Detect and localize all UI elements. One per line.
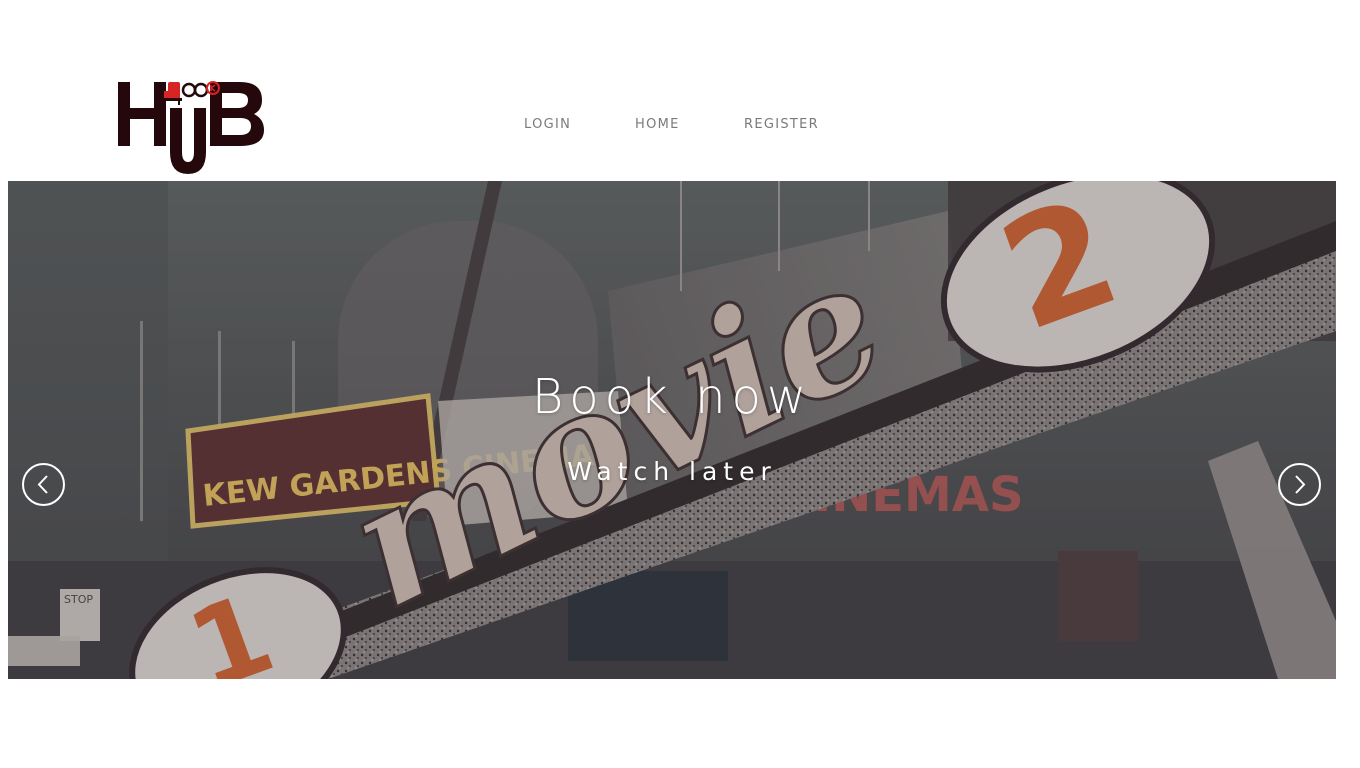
- chevron-right-icon: [1295, 475, 1306, 494]
- carousel-next-button[interactable]: [1278, 463, 1321, 506]
- hero-dim-overlay: [8, 181, 1336, 679]
- page: LOGIN HOME REGISTER KEW GARDENS CINEMAS …: [0, 0, 1360, 768]
- logo-graphic: [118, 81, 264, 174]
- brand-logo[interactable]: [114, 78, 268, 176]
- site-header: LOGIN HOME REGISTER: [0, 0, 1360, 181]
- nav-register-link[interactable]: REGISTER: [744, 117, 819, 132]
- chevron-left-icon: [37, 475, 48, 494]
- hero-carousel: KEW GARDENS CINEMAS STOP CINEMAS movie 2…: [8, 181, 1336, 679]
- nav-home-link[interactable]: HOME: [635, 117, 680, 132]
- carousel-prev-button[interactable]: [22, 463, 65, 506]
- hero-subtitle: Watch later: [567, 457, 777, 486]
- hero-title: Book now: [531, 369, 813, 425]
- nav-login-link[interactable]: LOGIN: [524, 117, 571, 132]
